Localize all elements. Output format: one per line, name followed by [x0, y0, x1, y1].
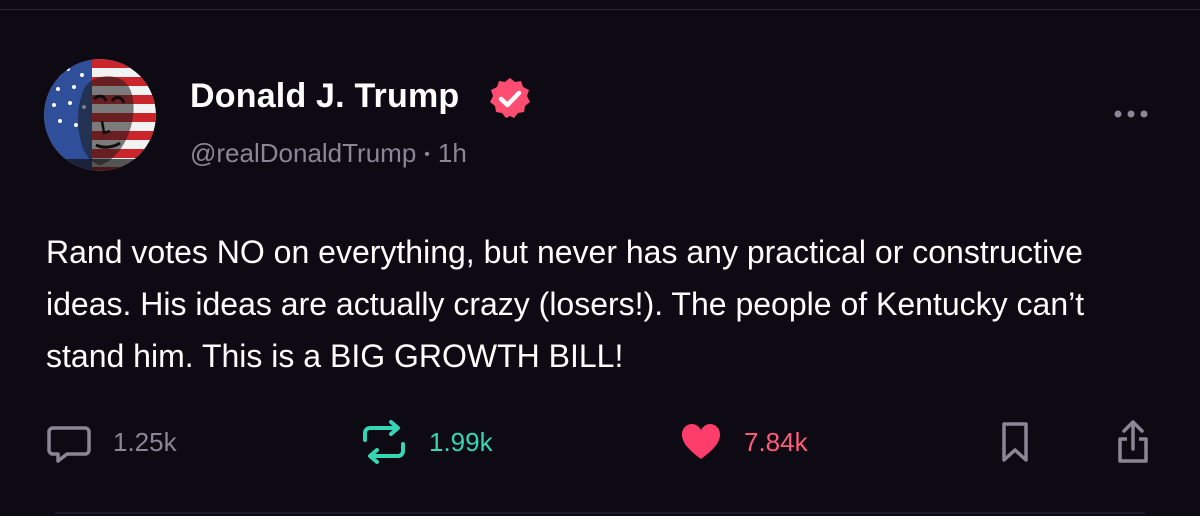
author-avatar[interactable] [44, 59, 156, 171]
like-count: 7.84k [744, 426, 808, 457]
heart-icon [682, 424, 720, 459]
meta-separator: • [424, 146, 430, 164]
verified-badge-icon [490, 78, 530, 118]
share-button[interactable] [1115, 420, 1151, 464]
post-card: Donald J. Trump @realDonaldTrump • 1h Rand… [0, 0, 1200, 516]
bookmark-button[interactable] [1000, 420, 1030, 464]
bookmark-icon [1002, 422, 1028, 462]
like-button[interactable]: 7.84k [680, 420, 808, 464]
post-timestamp[interactable]: 1h [438, 138, 467, 168]
repost-count: 1.99k [429, 426, 493, 457]
share-icon [1118, 420, 1148, 463]
reply-button[interactable]: 1.25k [47, 420, 177, 464]
author-handle[interactable]: @realDonaldTrump [190, 138, 416, 168]
more-options-icon[interactable] [1113, 107, 1149, 121]
comment-icon [47, 426, 91, 463]
author-meta: @realDonaldTrump • 1h [190, 138, 467, 169]
repost-icon [363, 420, 405, 464]
repost-button[interactable]: 1.99k [361, 420, 493, 464]
author-display-name[interactable]: Donald J. Trump [190, 77, 459, 116]
reply-count: 1.25k [113, 426, 177, 457]
bottom-divider [55, 512, 1145, 514]
post-body-text: Rand votes NO on everything, but never h… [46, 234, 1085, 374]
